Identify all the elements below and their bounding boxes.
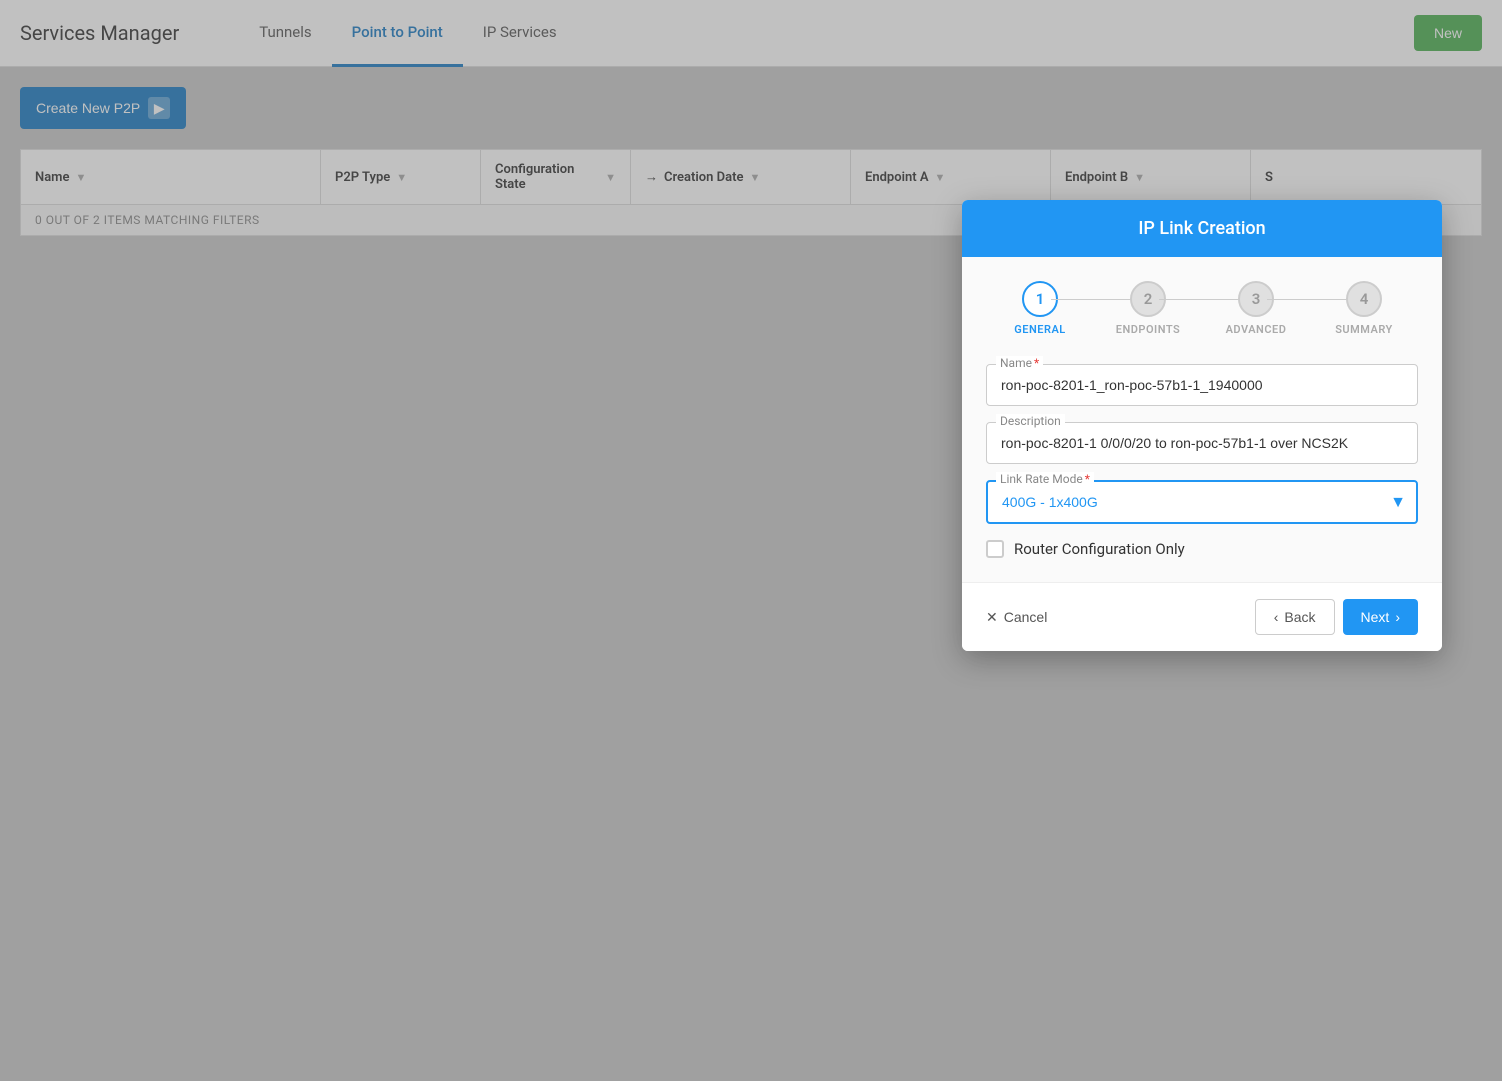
link-rate-select-wrapper: 400G - 1x400G 100G - 1x100G 200G - 2x100… — [986, 480, 1418, 524]
step-3-label: ADVANCED — [1226, 323, 1287, 336]
next-chevron-icon: › — [1395, 609, 1400, 625]
step-1-label: GENERAL — [1014, 323, 1065, 336]
modal-footer: ✕ Cancel ‹ Back Next › — [962, 582, 1442, 651]
step-2-label: ENDPOINTS — [1116, 323, 1180, 336]
step-2: 2 ENDPOINTS — [1094, 281, 1202, 336]
link-rate-label: Link Rate Mode — [996, 472, 1094, 486]
description-input[interactable] — [986, 422, 1418, 464]
cancel-button[interactable]: ✕ Cancel — [986, 609, 1047, 626]
step-3-circle: 3 — [1238, 281, 1274, 317]
steps-indicator: 1 GENERAL 2 ENDPOINTS 3 ADVANCED — [986, 281, 1418, 336]
link-rate-field-group: Link Rate Mode 400G - 1x400G 100G - 1x10… — [986, 480, 1418, 524]
name-field-group: Name — [986, 364, 1418, 406]
back-label: Back — [1284, 609, 1315, 625]
step-2-circle: 2 — [1130, 281, 1166, 317]
step-4-label: SUMMARY — [1335, 323, 1393, 336]
description-field-label: Description — [996, 414, 1065, 428]
modal-body: 1 GENERAL 2 ENDPOINTS 3 ADVANCED — [962, 257, 1442, 582]
step-1-number: 1 — [1036, 290, 1045, 308]
description-field-group: Description — [986, 422, 1418, 464]
step-2-number: 2 — [1144, 290, 1153, 308]
step-1-circle: 1 — [1022, 281, 1058, 317]
cancel-x-icon: ✕ — [986, 609, 998, 626]
next-label: Next — [1361, 609, 1390, 625]
step-1: 1 GENERAL — [986, 281, 1094, 336]
step-4-circle: 4 — [1346, 281, 1382, 317]
step-3: 3 ADVANCED — [1202, 281, 1310, 336]
back-button[interactable]: ‹ Back — [1255, 599, 1335, 635]
name-input[interactable] — [986, 364, 1418, 406]
modal-ip-link-creation: IP Link Creation 1 GENERAL 2 ENDPOINTS — [962, 200, 1442, 651]
router-config-checkbox[interactable] — [986, 540, 1004, 558]
back-chevron-icon: ‹ — [1274, 609, 1279, 625]
modal-title: IP Link Creation — [1138, 218, 1265, 239]
footer-right-buttons: ‹ Back Next › — [1255, 599, 1418, 635]
cancel-label: Cancel — [1004, 609, 1048, 625]
step-3-number: 3 — [1252, 290, 1261, 308]
step-4: 4 SUMMARY — [1310, 281, 1418, 336]
step-4-number: 4 — [1360, 290, 1369, 308]
name-field-label: Name — [996, 356, 1043, 370]
router-config-label: Router Configuration Only — [1014, 540, 1185, 558]
modal-header: IP Link Creation — [962, 200, 1442, 257]
modal-overlay: IP Link Creation 1 GENERAL 2 ENDPOINTS — [0, 0, 1502, 1081]
router-config-checkbox-row: Router Configuration Only — [986, 540, 1418, 558]
link-rate-select[interactable]: 400G - 1x400G 100G - 1x100G 200G - 2x100… — [986, 480, 1418, 524]
next-button[interactable]: Next › — [1343, 599, 1418, 635]
